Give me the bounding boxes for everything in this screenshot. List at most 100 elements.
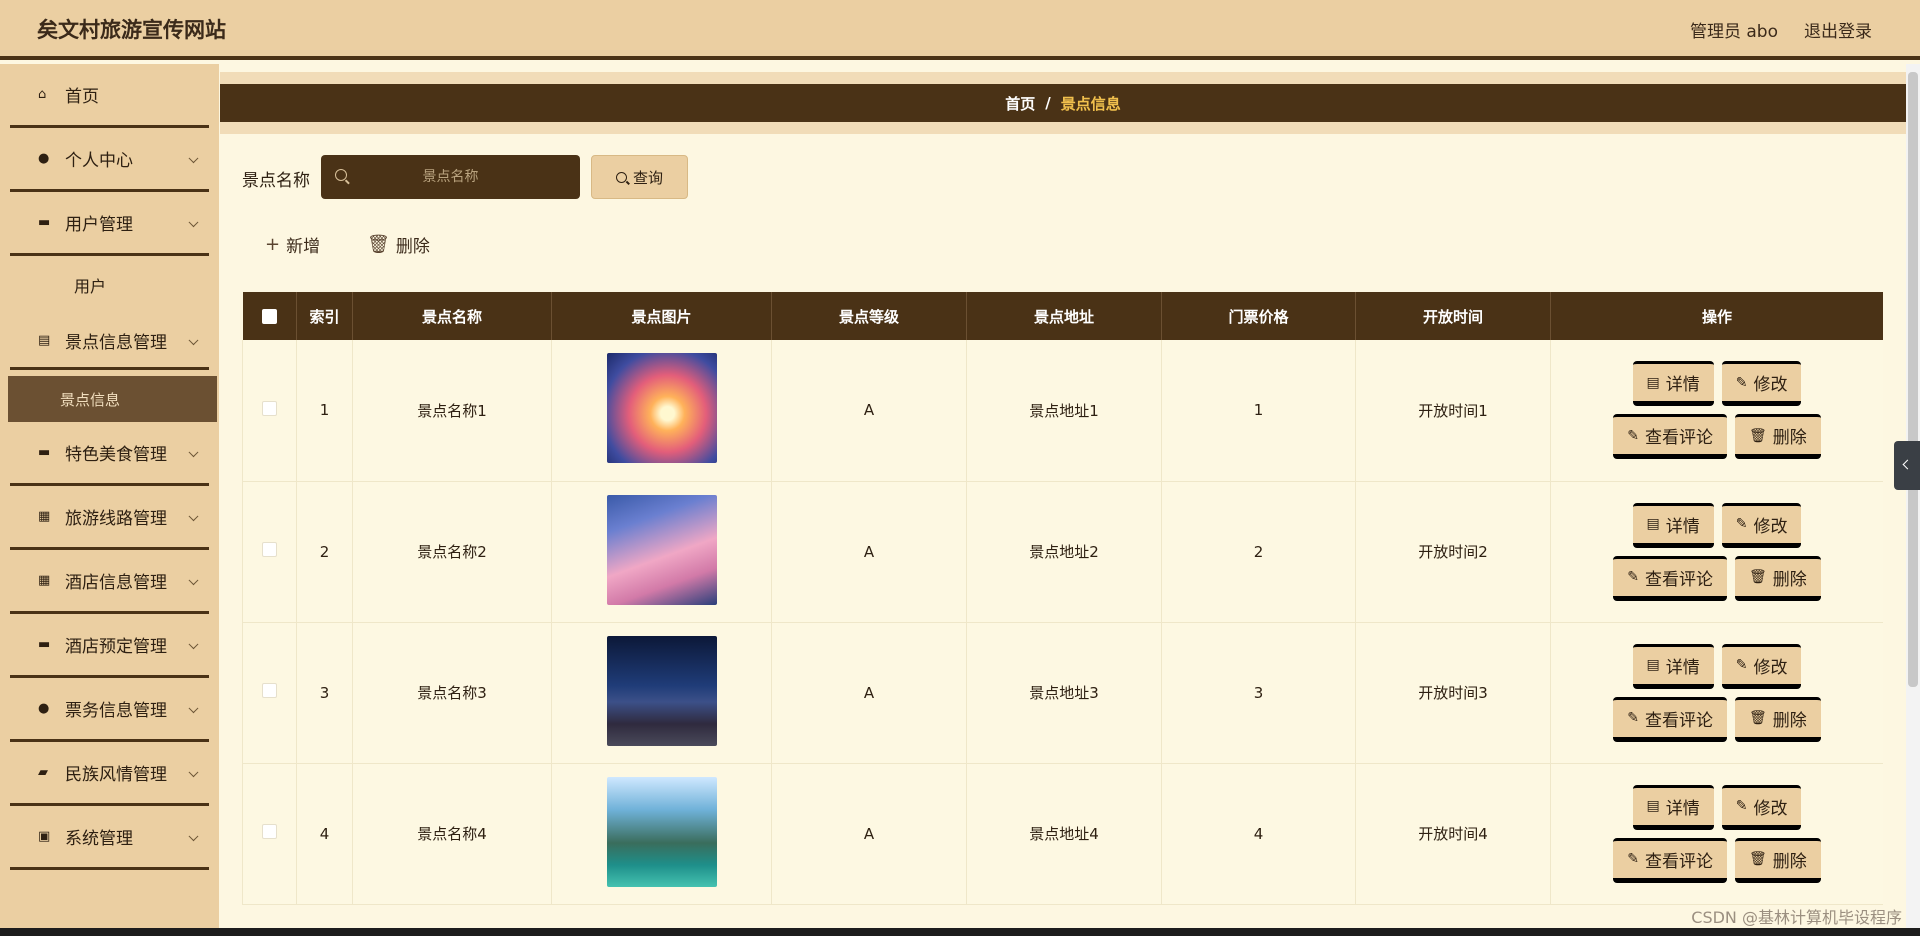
document-icon: ▤ xyxy=(1646,374,1660,391)
view-comments-button[interactable]: ✎ 查看评论 xyxy=(1613,414,1727,460)
row-checkbox[interactable] xyxy=(262,683,277,698)
sidebar-item-ethnic-culture-management[interactable]: ▰ 民族风情管理 xyxy=(10,742,209,806)
column-header: 操作 xyxy=(1550,292,1883,340)
row-hours: 开放时间1 xyxy=(1355,340,1551,482)
breadcrumb-home[interactable]: 首页 xyxy=(1005,93,1035,114)
bowl-icon: ▬ xyxy=(38,444,51,460)
row-actions: ▤ 详情 ✎ 修改 ✎ 查看评论 🗑 删除 xyxy=(1551,643,1883,742)
batch-delete-label: 删除 xyxy=(395,237,430,257)
sidebar-item-home[interactable]: ⌂ 首页 xyxy=(10,64,209,128)
sidebar-item-personal-center[interactable]: ● 个人中心 xyxy=(10,128,209,192)
row-actions: ▤ 详情 ✎ 修改 ✎ 查看评论 🗑 删除 xyxy=(1551,361,1883,460)
row-grade: A xyxy=(771,763,967,905)
sidebar-item-user-management[interactable]: ▬ 用户管理 xyxy=(10,192,209,256)
row-checkbox[interactable] xyxy=(262,824,277,839)
chevron-down-icon xyxy=(188,830,199,841)
column-header: 门票价格 xyxy=(1161,292,1356,340)
sidebar-item-route-management[interactable]: ▦ 旅游线路管理 xyxy=(10,486,209,550)
monitor-icon: ▬ xyxy=(38,214,51,230)
delete-button[interactable]: 🗑 删除 xyxy=(1734,696,1821,742)
sidebar-item-attraction-management[interactable]: ▤ 景点信息管理 xyxy=(10,314,209,370)
header-actions: 管理员 abo 退出登录 xyxy=(1690,17,1872,42)
attraction-image[interactable] xyxy=(606,494,717,605)
detail-button[interactable]: ▤ 详情 xyxy=(1632,361,1714,407)
chat-icon: ▬ xyxy=(38,636,51,652)
row-hours: 开放时间4 xyxy=(1355,763,1551,905)
row-name: 景点名称3 xyxy=(352,622,552,764)
row-grade: A xyxy=(771,481,967,623)
document-icon: ▤ xyxy=(1646,657,1660,673)
pencil-icon: ✎ xyxy=(1735,516,1748,532)
attraction-image[interactable] xyxy=(606,353,717,464)
view-comments-button[interactable]: ✎ 查看评论 xyxy=(1613,696,1727,742)
detail-button[interactable]: ▤ 详情 xyxy=(1632,784,1714,830)
edit-button[interactable]: ✎ 修改 xyxy=(1721,643,1802,689)
row-price: 4 xyxy=(1161,763,1356,905)
chevron-down-icon xyxy=(188,334,199,345)
home-icon: ⌂ xyxy=(38,86,47,102)
attraction-image[interactable] xyxy=(606,776,717,887)
chevron-down-icon xyxy=(188,638,199,649)
delete-button[interactable]: 🗑 删除 xyxy=(1734,555,1821,601)
logout-link[interactable]: 退出登录 xyxy=(1804,17,1872,42)
row-name: 景点名称1 xyxy=(352,340,552,482)
select-all-checkbox[interactable] xyxy=(261,309,277,324)
select-all-cell[interactable] xyxy=(242,292,297,340)
attraction-table: 索引 景点名称 景点图片 景点等级 景点地址 门票价格 开放时间 操作 1 景点… xyxy=(242,292,1883,936)
sidebar: ⌂ 首页 ● 个人中心 ▬ 用户管理 用户 ▤ 景点信息管理 景点信息 ▬ 特色… xyxy=(0,64,219,936)
row-index: 4 xyxy=(296,763,353,905)
scrollbar-thumb[interactable] xyxy=(1908,72,1918,687)
pencil-icon: ✎ xyxy=(1735,798,1748,814)
view-comments-button[interactable]: ✎ 查看评论 xyxy=(1613,837,1727,883)
top-header: 矣文村旅游宣传网站 管理员 abo 退出登录 xyxy=(0,0,1920,60)
sidebar-item-hotel-info-management[interactable]: ▦ 酒店信息管理 xyxy=(10,550,209,614)
delete-button[interactable]: 🗑 删除 xyxy=(1734,414,1821,460)
row-price: 1 xyxy=(1161,340,1356,482)
delete-button[interactable]: 🗑 删除 xyxy=(1734,837,1821,883)
sidebar-item-label: 用户管理 xyxy=(65,215,133,235)
batch-delete-button[interactable]: 🗑 删除 xyxy=(367,232,430,257)
grid-icon: ▦ xyxy=(38,572,51,588)
user-icon: ● xyxy=(38,150,50,166)
search-input[interactable] xyxy=(321,155,580,199)
row-checkbox[interactable] xyxy=(262,400,277,416)
search-field[interactable] xyxy=(321,155,580,199)
breadcrumb: 首页 / 景点信息 xyxy=(220,84,1906,122)
sidebar-item-label: 旅游线路管理 xyxy=(65,509,167,529)
clipboard-icon: ▤ xyxy=(38,332,51,348)
column-header: 景点等级 xyxy=(771,292,967,340)
row-checkbox[interactable] xyxy=(262,542,277,557)
sidebar-item-ticket-management[interactable]: ● 票务信息管理 xyxy=(10,678,209,742)
edit-button[interactable]: ✎ 修改 xyxy=(1721,361,1802,407)
query-button[interactable]: 查询 xyxy=(591,155,688,199)
column-header: 景点图片 xyxy=(551,292,772,340)
chevron-left-icon[interactable] xyxy=(1894,441,1920,490)
chevron-down-icon xyxy=(188,216,199,227)
sidebar-subitem-user[interactable]: 用户 xyxy=(0,256,219,314)
edit-button[interactable]: ✎ 修改 xyxy=(1721,502,1802,548)
row-index: 3 xyxy=(296,622,353,764)
detail-button[interactable]: ▤ 详情 xyxy=(1632,643,1714,689)
row-address: 景点地址4 xyxy=(966,763,1162,905)
edit-button[interactable]: ✎ 修改 xyxy=(1721,784,1802,830)
table-header-row: 索引 景点名称 景点图片 景点等级 景点地址 门票价格 开放时间 操作 xyxy=(242,292,1883,340)
sidebar-subitem-attraction-info[interactable]: 景点信息 xyxy=(8,376,217,422)
detail-button[interactable]: ▤ 详情 xyxy=(1632,502,1714,548)
row-actions: ▤ 详情 ✎ 修改 ✎ 查看评论 🗑 删除 xyxy=(1551,784,1883,883)
add-button[interactable]: + 新增 xyxy=(265,232,320,257)
sidebar-item-food-management[interactable]: ▬ 特色美食管理 xyxy=(10,422,209,486)
table-row: 2 景点名称2 A 景点地址2 2 开放时间2 ▤详情 ✎修改 ✎查看评论 xyxy=(242,481,1883,623)
pencil-icon: ✎ xyxy=(1735,657,1748,673)
chevron-down-icon xyxy=(188,702,199,713)
sidebar-item-label: 首页 xyxy=(65,87,99,107)
row-grade: A xyxy=(771,340,967,482)
row-address: 景点地址1 xyxy=(966,340,1162,482)
row-hours: 开放时间3 xyxy=(1355,622,1551,764)
sidebar-item-hotel-booking-management[interactable]: ▬ 酒店预定管理 xyxy=(10,614,209,678)
view-comments-button[interactable]: ✎ 查看评论 xyxy=(1613,555,1727,601)
search-icon xyxy=(335,169,347,181)
sidebar-item-system-management[interactable]: ▣ 系统管理 xyxy=(10,806,209,870)
attraction-image[interactable] xyxy=(606,635,717,746)
column-header: 景点名称 xyxy=(352,292,552,340)
trash-icon: 🗑 xyxy=(1748,569,1767,585)
